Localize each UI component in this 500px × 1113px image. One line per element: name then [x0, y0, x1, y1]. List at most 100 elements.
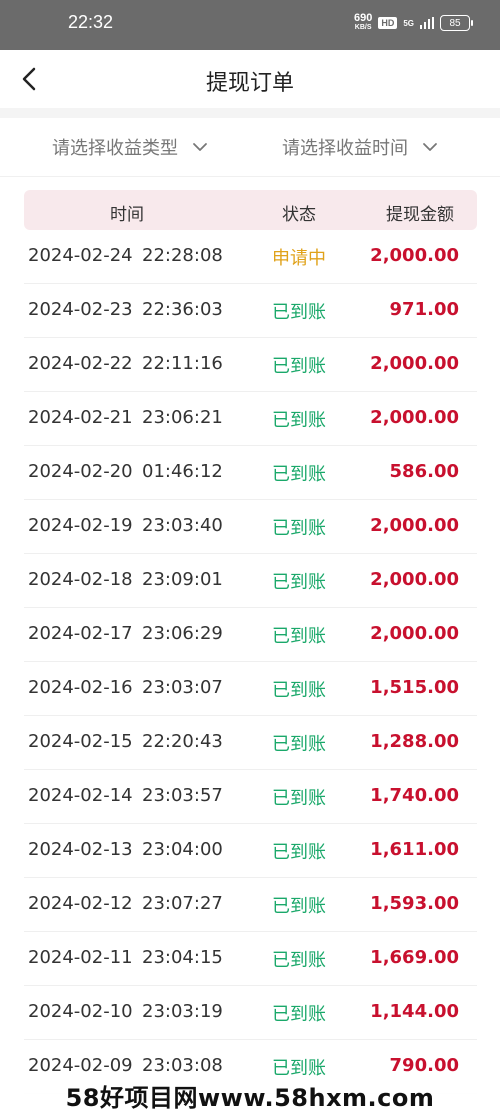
row-amount: 1,740.00	[370, 785, 459, 806]
row-amount: 2,000.00	[370, 623, 459, 644]
row-time: 22:20:43	[142, 731, 223, 752]
filter-bar: 请选择收益类型 请选择收益时间	[0, 118, 500, 177]
table-row[interactable]: 2024-02-15 22:20:43 已到账 1,288.00	[24, 716, 477, 770]
row-status: 已到账	[272, 352, 326, 378]
table-row[interactable]: 2024-02-13 23:04:00 已到账 1,611.00	[24, 824, 477, 878]
row-time: 22:11:16	[142, 353, 223, 374]
table-row[interactable]: 2024-02-1823:09:01已到账2,000.00	[24, 554, 477, 608]
row-time: 22:36:03	[142, 299, 223, 320]
row-amount: 1,515.00	[370, 677, 459, 698]
watermark: 58好项目网www.58hxm.com	[0, 1079, 500, 1111]
row-status: 已到账	[272, 1054, 326, 1080]
row-status: 已到账	[272, 676, 326, 702]
row-time: 23:04:00	[142, 839, 223, 860]
row-time: 23:07:27	[142, 893, 223, 914]
divider	[0, 108, 500, 118]
row-time: 23:06:29	[142, 623, 223, 644]
row-amount: 586.00	[390, 461, 459, 482]
row-date: 2024-02-23	[28, 299, 133, 320]
row-date: 2024-02-12	[28, 893, 133, 914]
row-time: 23:03:19	[142, 1001, 223, 1022]
table-row[interactable]: 2024-02-2001:46:12已到账586.00	[24, 446, 477, 500]
row-status: 已到账	[272, 460, 326, 486]
row-status: 已到账	[272, 946, 326, 972]
row-amount: 1,611.00	[370, 839, 459, 860]
chevron-down-icon	[422, 139, 438, 155]
status-bar: 22:32 690 KB/S HD 5G 85	[0, 0, 500, 50]
net-speed-value: 690	[354, 14, 372, 23]
row-status: 已到账	[272, 514, 326, 540]
net-speed-unit: KB/S	[355, 23, 372, 32]
status-time: 22:32	[68, 12, 113, 33]
row-amount: 2,000.00	[370, 569, 459, 590]
row-date: 2024-02-10	[28, 1001, 133, 1022]
table-row[interactable]: 2024-02-1423:03:57已到账1,740.00	[24, 770, 477, 824]
row-time: 23:03:07	[142, 677, 223, 698]
table-row[interactable]: 2024-02-23 22:36:03 已到账 971.00	[24, 284, 477, 338]
row-date: 2024-02-11	[28, 947, 133, 968]
page-title: 提现订单	[0, 65, 500, 97]
row-status: 已到账	[272, 892, 326, 918]
column-header-status: 状态	[282, 200, 316, 225]
row-amount: 1,288.00	[370, 731, 459, 752]
row-date: 2024-02-21	[28, 407, 133, 428]
status-icons: 690 KB/S HD 5G 85	[354, 14, 470, 32]
row-date: 2024-02-17	[28, 623, 133, 644]
row-status: 已到账	[272, 298, 326, 324]
row-status: 已到账	[272, 838, 326, 864]
table-row[interactable]: 2024-02-19 23:03:40 已到账 2,000.00	[24, 500, 477, 554]
hd-icon: HD	[378, 17, 397, 29]
row-time: 23:03:40	[142, 515, 223, 536]
column-header-amount: 提现金额	[386, 200, 454, 225]
signal-bars-icon	[420, 17, 434, 29]
row-date: 2024-02-15	[28, 731, 133, 752]
row-time: 01:46:12	[142, 461, 223, 482]
row-time: 23:03:08	[142, 1055, 223, 1076]
row-amount: 1,593.00	[370, 893, 459, 914]
income-time-filter[interactable]: 请选择收益时间	[282, 118, 438, 176]
row-status: 已到账	[272, 406, 326, 432]
income-time-label: 请选择收益时间	[282, 134, 408, 160]
battery-icon: 85	[440, 15, 470, 31]
row-amount: 2,000.00	[370, 515, 459, 536]
table-row[interactable]: 2024-02-16 23:03:07 已到账 1,515.00	[24, 662, 477, 716]
withdrawal-list: 2024-02-2422:28:08申请中2,000.002024-02-232…	[0, 230, 500, 1094]
row-time: 23:03:57	[142, 785, 223, 806]
row-amount: 1,144.00	[370, 1001, 459, 1022]
row-time: 23:04:15	[142, 947, 223, 968]
row-date: 2024-02-09	[28, 1055, 133, 1076]
row-amount: 790.00	[390, 1055, 459, 1076]
row-amount: 1,669.00	[370, 947, 459, 968]
row-date: 2024-02-13	[28, 839, 133, 860]
row-status: 已到账	[272, 1000, 326, 1026]
row-amount: 2,000.00	[370, 353, 459, 374]
table-row[interactable]: 2024-02-10 23:03:19 已到账 1,144.00	[24, 986, 477, 1040]
table-row[interactable]: 2024-02-17 23:06:29 已到账 2,000.00	[24, 608, 477, 662]
table-header: 时间 状态 提现金额	[24, 190, 477, 230]
row-time: 23:06:21	[142, 407, 223, 428]
row-amount: 2,000.00	[370, 245, 459, 266]
column-header-time: 时间	[110, 200, 144, 225]
table-row[interactable]: 2024-02-24 22:28:08 申请中 2,000.00	[24, 230, 477, 284]
net-speed: 690 KB/S	[354, 14, 372, 32]
income-type-filter[interactable]: 请选择收益类型	[52, 118, 208, 176]
row-date: 2024-02-19	[28, 515, 133, 536]
row-amount: 2,000.00	[370, 407, 459, 428]
row-status: 申请中	[272, 244, 326, 270]
row-date: 2024-02-16	[28, 677, 133, 698]
row-amount: 971.00	[390, 299, 459, 320]
row-status: 已到账	[272, 784, 326, 810]
row-date: 2024-02-22	[28, 353, 133, 374]
table-row[interactable]: 2024-02-21 23:06:21 已到账 2,000.00	[24, 392, 477, 446]
row-status: 已到账	[272, 730, 326, 756]
signal-5g-icon: 5G	[403, 19, 414, 28]
table-row[interactable]: 2024-02-12 23:07:27 已到账 1,593.00	[24, 878, 477, 932]
chevron-down-icon	[192, 139, 208, 155]
app-header: 提现订单	[0, 50, 500, 108]
row-time: 22:28:08	[142, 245, 223, 266]
row-status: 已到账	[272, 568, 326, 594]
row-status: 已到账	[272, 622, 326, 648]
table-row[interactable]: 2024-02-22 22:11:16 已到账 2,000.00	[24, 338, 477, 392]
row-date: 2024-02-24	[28, 245, 133, 266]
table-row[interactable]: 2024-02-11 23:04:15 已到账 1,669.00	[24, 932, 477, 986]
